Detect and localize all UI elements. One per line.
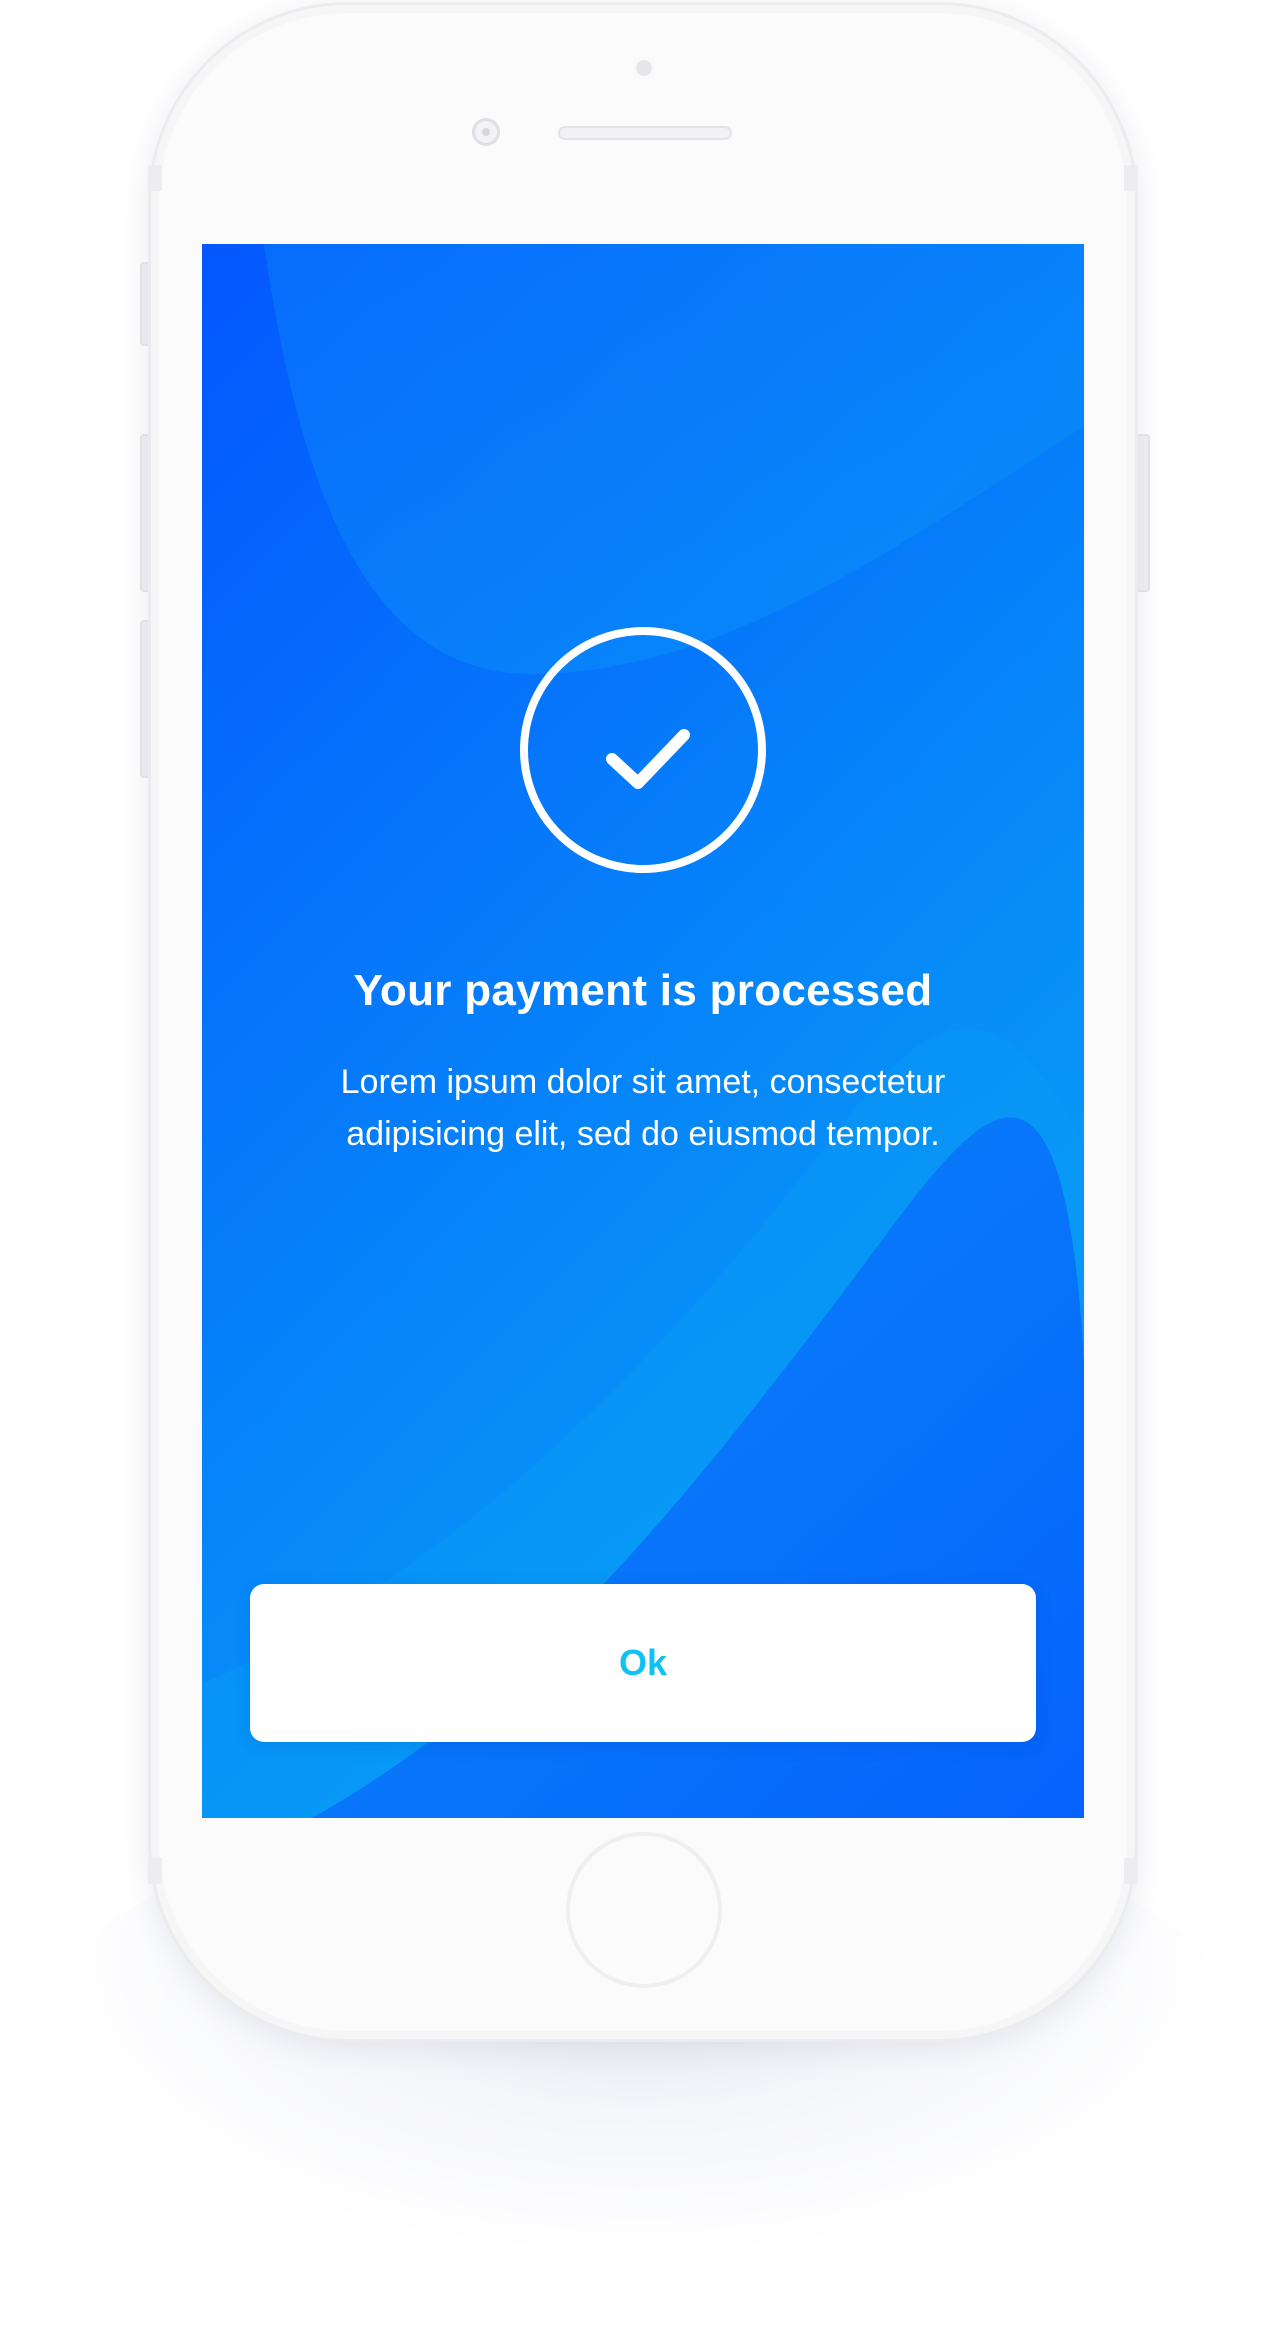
background-waves (202, 244, 1084, 1818)
antenna-band (148, 165, 162, 191)
payment-confirmation-screen: Your payment is processed Lorem ipsum do… (202, 244, 1084, 1818)
ok-button[interactable]: Ok (250, 1584, 1036, 1742)
confirmation-description: Lorem ipsum dolor sit amet, consectetur … (262, 1056, 1024, 1160)
home-button-icon (566, 1832, 722, 1988)
confirmation-title: Your payment is processed (353, 966, 933, 1015)
speaker-icon (558, 126, 732, 140)
checkmark-circle-icon (606, 729, 690, 789)
power-button (1136, 434, 1150, 592)
success-badge (520, 627, 766, 873)
proximity-sensor-icon (636, 60, 652, 76)
mockup-stage: Your payment is processed Lorem ipsum do… (0, 0, 1276, 2326)
description-line-2: adipisicing elit, sed do eiusmod tempor. (346, 1115, 940, 1153)
front-camera-icon (472, 118, 500, 146)
description-line-1: Lorem ipsum dolor sit amet, consectetur (340, 1063, 946, 1101)
ok-button-label: Ok (618, 1642, 668, 1683)
antenna-band (1124, 1858, 1138, 1884)
antenna-band (1124, 165, 1138, 191)
antenna-band (148, 1858, 162, 1884)
